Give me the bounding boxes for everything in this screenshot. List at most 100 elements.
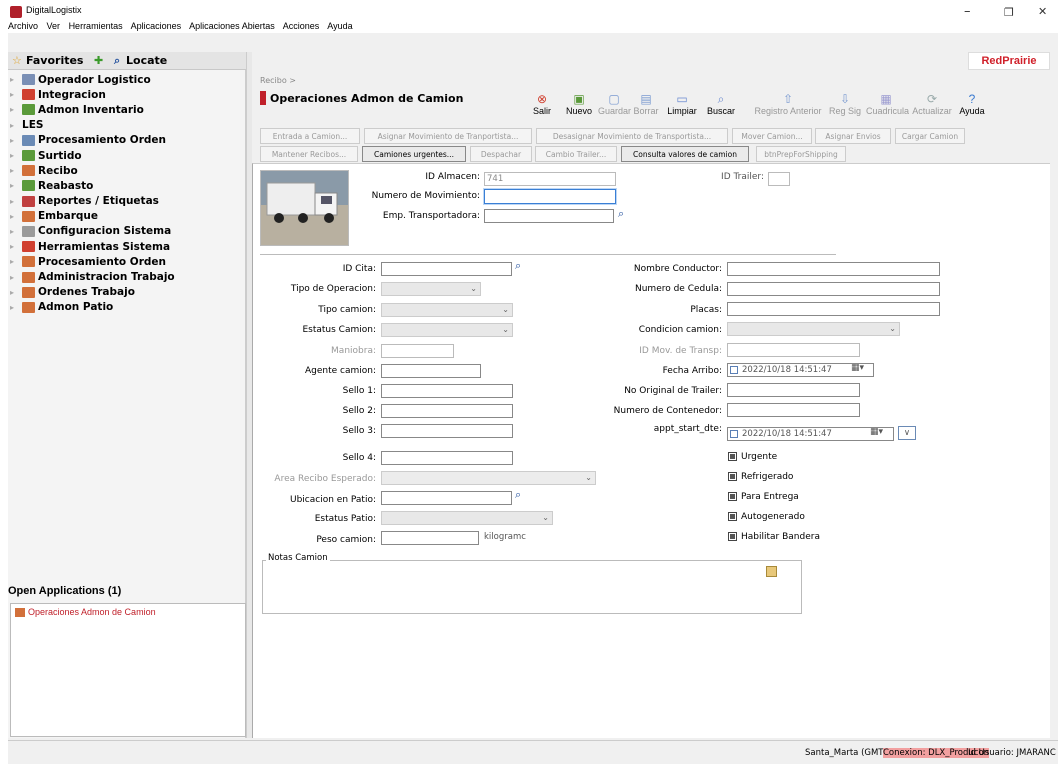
mantener-recibos-button[interactable]: Mantener Recibos... xyxy=(260,146,358,162)
registro-anterior-button[interactable]: ⇧ Registro Anterior xyxy=(747,92,829,116)
date-checkbox-icon[interactable] xyxy=(730,366,738,374)
numero-movimiento-input[interactable] xyxy=(484,189,616,204)
cargar-camion-button[interactable]: Cargar Camion xyxy=(895,128,965,144)
add-favorite-icon[interactable]: ✚ xyxy=(94,54,103,67)
locate-button[interactable]: Locate xyxy=(126,54,167,67)
menu-ayuda[interactable]: Ayuda xyxy=(327,21,352,31)
numero-contenedor-input[interactable] xyxy=(727,403,860,417)
tree-item[interactable]: ▸ Configuracion Sistema xyxy=(10,224,246,239)
expand-arrow-icon[interactable]: ▸ xyxy=(10,227,22,236)
expand-arrow-icon[interactable]: ▸ xyxy=(10,90,22,99)
search-icon[interactable]: ⌕ xyxy=(618,207,624,221)
refrigerado-checkbox[interactable] xyxy=(728,472,737,481)
sello1-input[interactable] xyxy=(381,384,513,398)
tree-item[interactable]: ▸ Admon Inventario xyxy=(10,102,246,117)
nombre-conductor-input[interactable] xyxy=(727,262,940,276)
asignar-envios-button[interactable]: Asignar Envios xyxy=(815,128,891,144)
favorites-button[interactable]: Favorites xyxy=(26,54,83,67)
placas-input[interactable] xyxy=(727,302,940,316)
expand-arrow-icon[interactable]: ▸ xyxy=(10,242,22,251)
tree-item[interactable]: ▸ LES xyxy=(10,118,246,133)
expand-arrow-icon[interactable]: ▸ xyxy=(10,105,22,114)
calendar-icon[interactable]: ▦▾ xyxy=(851,363,864,373)
no-original-trailer-input[interactable] xyxy=(727,383,860,397)
expand-arrow-icon[interactable]: ▸ xyxy=(10,121,22,130)
desasignar-movimiento-de-transportista-button[interactable]: Desasignar Movimiento de Transportista..… xyxy=(536,128,728,144)
habilitar-bandera-checkbox[interactable] xyxy=(728,532,737,541)
sello4-input[interactable] xyxy=(381,451,513,465)
tree-item[interactable]: ▸ Administracion Trabajo xyxy=(10,269,246,284)
tipo-operacion-select[interactable]: ⌄ xyxy=(381,282,481,296)
close-button[interactable]: ✕ xyxy=(1038,5,1047,18)
calendar-icon[interactable]: ▦▾ xyxy=(870,427,883,437)
estatus-patio-select[interactable]: ⌄ xyxy=(381,511,553,525)
tree-item[interactable]: ▸ Admon Patio xyxy=(10,300,246,315)
tree-item[interactable]: ▸ Embarque xyxy=(10,209,246,224)
sello2-input[interactable] xyxy=(381,404,513,418)
expand-arrow-icon[interactable]: ▸ xyxy=(10,197,22,206)
expand-arrow-icon[interactable]: ▸ xyxy=(10,136,22,145)
estatus-camion-select[interactable]: ⌄ xyxy=(381,323,513,337)
limpiar-button[interactable]: ▭ Limpiar xyxy=(665,92,699,116)
btnprepforshipping-button[interactable]: btnPrepForShipping xyxy=(756,146,846,162)
expand-arrow-icon[interactable]: ▸ xyxy=(10,166,22,175)
peso-camion-input[interactable] xyxy=(381,531,479,545)
ubicacion-patio-input[interactable] xyxy=(381,491,512,505)
breadcrumb[interactable]: Recibo > xyxy=(260,76,296,85)
despachar-button[interactable]: Despachar xyxy=(470,146,532,162)
asignar-movimiento-de-tranportista-button[interactable]: Asignar Movimiento de Tranportista... xyxy=(364,128,532,144)
mover-camion-button[interactable]: Mover Camion... xyxy=(732,128,812,144)
expand-arrow-icon[interactable]: ▸ xyxy=(10,75,22,84)
camiones-urgentes-button[interactable]: Camiones urgentes... xyxy=(362,146,466,162)
tree-item[interactable]: ▸ Recibo xyxy=(10,163,246,178)
minimize-button[interactable]: – xyxy=(964,4,971,19)
search-icon[interactable]: ⌕ xyxy=(515,259,521,273)
menu-ver[interactable]: Ver xyxy=(47,21,61,31)
open-app-item[interactable]: Operaciones Admon de Camion xyxy=(15,607,156,617)
urgente-checkbox[interactable] xyxy=(728,452,737,461)
tree-item[interactable]: ▸ Operador Logistico xyxy=(10,72,246,87)
search-icon[interactable]: ⌕ xyxy=(515,488,521,502)
expand-arrow-icon[interactable]: ▸ xyxy=(10,273,22,282)
salir-button[interactable]: ⊗ Salir xyxy=(530,92,554,116)
reg-sig-button[interactable]: ⇩ Reg Sig xyxy=(828,92,862,116)
cambio-trailer-button[interactable]: Cambio Trailer... xyxy=(535,146,617,162)
tree-item[interactable]: ▸ Reabasto xyxy=(10,178,246,193)
notas-camion-textarea[interactable] xyxy=(262,560,802,614)
tree-item[interactable]: ▸ Surtido xyxy=(10,148,246,163)
tree-item[interactable]: ▸ Procesamiento Orden xyxy=(10,254,246,269)
tipo-camion-select[interactable]: ⌄ xyxy=(381,303,513,317)
tree-item[interactable]: ▸ Reportes / Etiquetas xyxy=(10,194,246,209)
borrar-button[interactable]: ▤ Borrar xyxy=(631,92,661,116)
menu-herramientas[interactable]: Herramientas xyxy=(69,21,123,31)
id-cita-input[interactable] xyxy=(381,262,512,276)
expand-arrow-icon[interactable]: ▸ xyxy=(10,257,22,266)
actualizar-button[interactable]: ⟳ Actualizar xyxy=(911,92,953,116)
chevron-down-icon[interactable]: ∨ xyxy=(898,426,916,440)
expand-arrow-icon[interactable]: ▸ xyxy=(10,181,22,190)
menu-aplicaciones-abiertas[interactable]: Aplicaciones Abiertas xyxy=(189,21,275,31)
agente-camion-input[interactable] xyxy=(381,364,481,378)
maximize-button[interactable]: ❐ xyxy=(1004,6,1014,19)
menu-acciones[interactable]: Acciones xyxy=(283,21,320,31)
entrada-a-camion-button[interactable]: Entrada a Camion... xyxy=(260,128,360,144)
tree-item[interactable]: ▸ Herramientas Sistema xyxy=(10,239,246,254)
nuevo-button[interactable]: ▣ Nuevo xyxy=(564,92,594,116)
condicion-camion-select[interactable]: ⌄ xyxy=(727,322,900,336)
expand-arrow-icon[interactable]: ▸ xyxy=(10,303,22,312)
consulta-valores-de-camion-button[interactable]: Consulta valores de camion xyxy=(621,146,749,162)
ayuda-button[interactable]: ? Ayuda xyxy=(957,92,987,116)
tree-item[interactable]: ▸ Procesamiento Orden xyxy=(10,133,246,148)
edit-note-icon[interactable] xyxy=(766,566,777,577)
sello3-input[interactable] xyxy=(381,424,513,438)
tree-item[interactable]: ▸ Ordenes Trabajo xyxy=(10,285,246,300)
tree-item[interactable]: ▸ Integracion xyxy=(10,87,246,102)
para-entrega-checkbox[interactable] xyxy=(728,492,737,501)
autogenerado-checkbox[interactable] xyxy=(728,512,737,521)
expand-arrow-icon[interactable]: ▸ xyxy=(10,288,22,297)
date-checkbox-icon[interactable] xyxy=(730,430,738,438)
cuadricula-button[interactable]: ▦ Cuadricula xyxy=(866,92,909,116)
menu-archivo[interactable]: Archivo xyxy=(8,21,38,31)
menu-aplicaciones[interactable]: Aplicaciones xyxy=(131,21,182,31)
numero-cedula-input[interactable] xyxy=(727,282,940,296)
